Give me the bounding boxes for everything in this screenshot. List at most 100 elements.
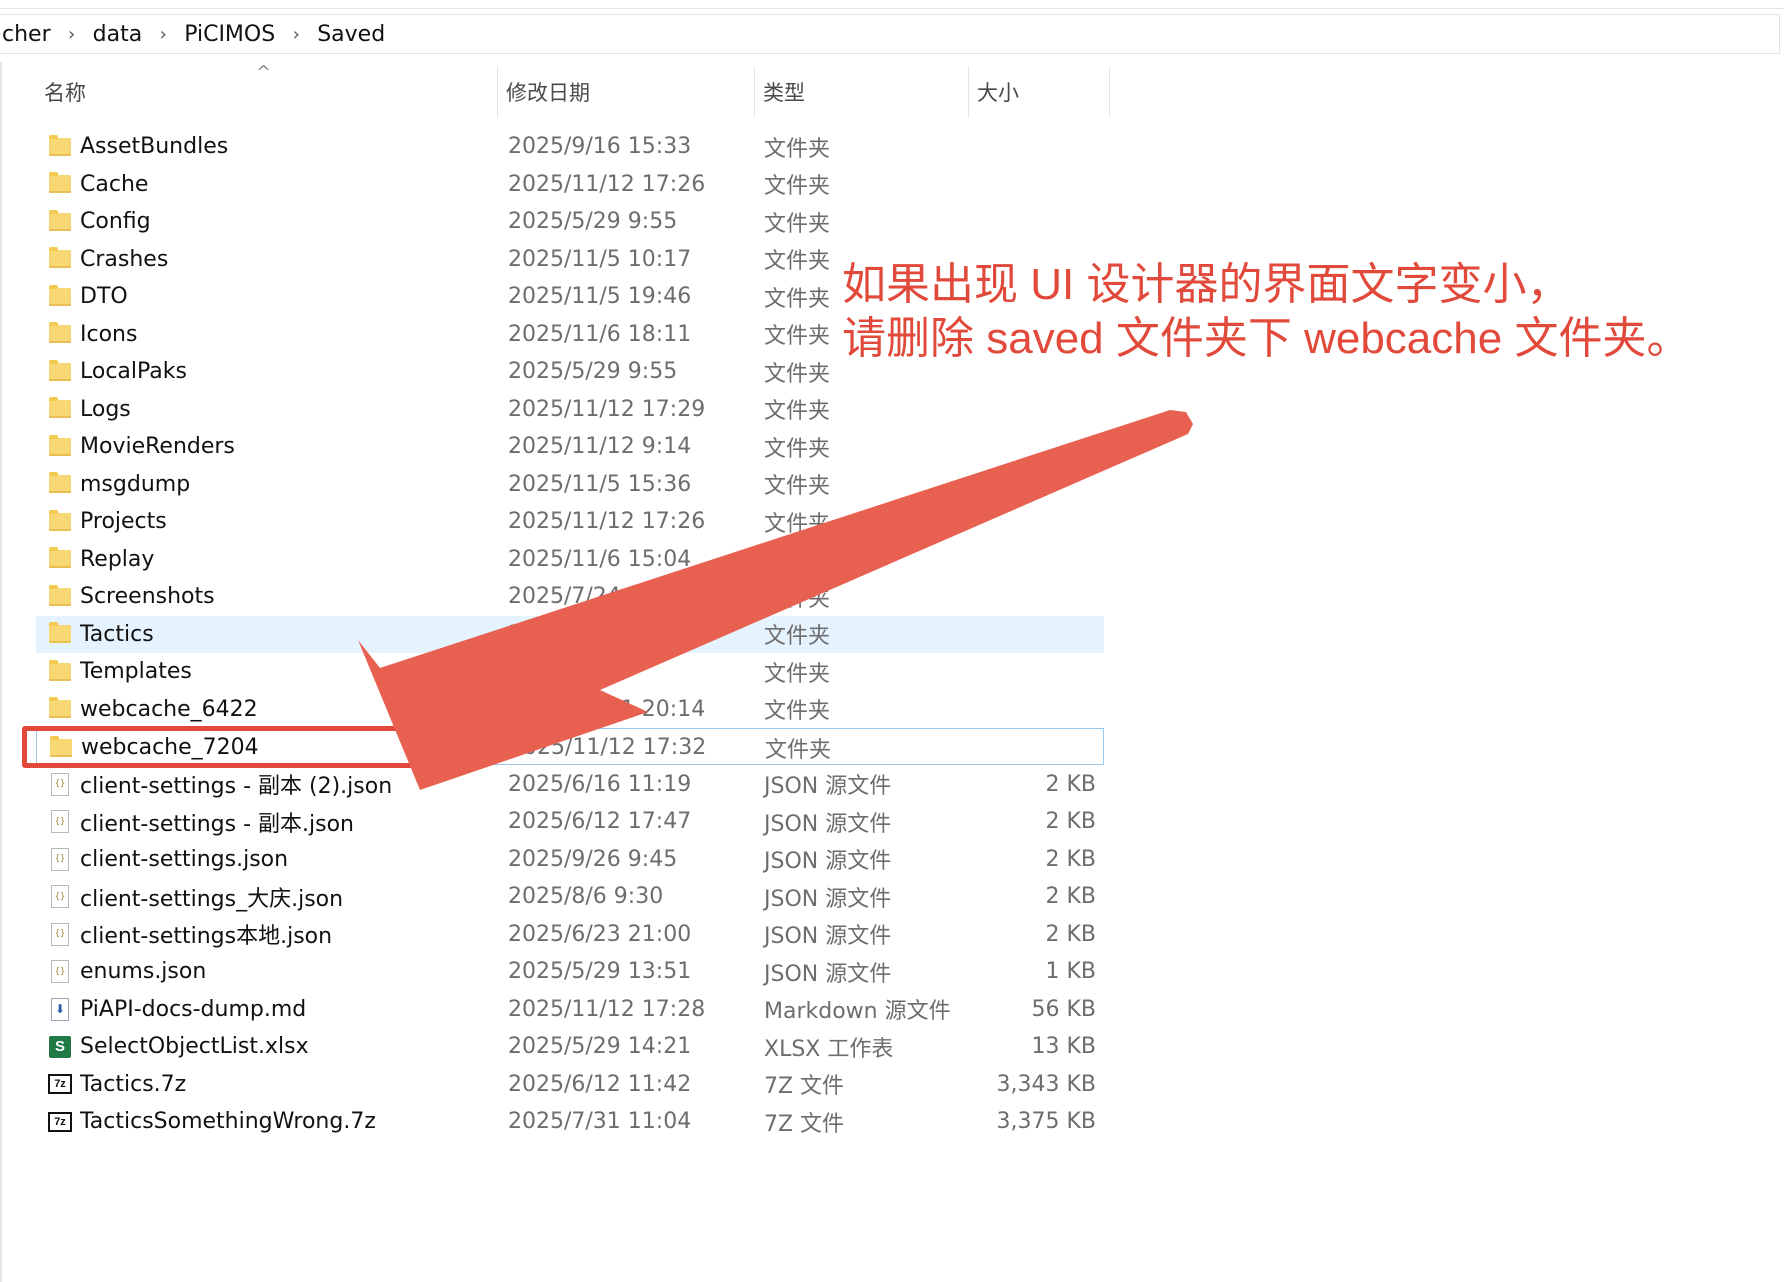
breadcrumb-chevron-icon[interactable]: › [144,24,182,45]
breadcrumb[interactable]: cher › data › PiCIMOS › Saved [0,14,1780,54]
file-type: 文件夹 [764,586,831,612]
file-type: 文件夹 [764,661,831,687]
folder-icon-glyph [49,247,71,268]
table-row[interactable]: Config 2025/5/29 9:55 文件夹 [36,203,1104,240]
breadcrumb-item-cher[interactable]: cher [0,22,53,47]
file-size [956,541,1096,578]
file-size: 2 KB [1045,921,1096,947]
file-type: JSON 源文件 [764,849,892,874]
file-type: 文件夹 [764,361,831,387]
table-row[interactable]: webcache_6422 2025/10/31 20:14 文件夹 [36,691,1104,728]
table-row[interactable]: {} client-settings本地.json 2025/6/23 21:00 J… [36,916,1104,953]
breadcrumb-item-data[interactable]: data [91,22,145,47]
folder-icon [48,428,72,465]
json-file-icon-glyph: {} [51,772,69,796]
folder-icon [48,278,72,315]
file-size: 2 KB [1045,884,1096,909]
file-name: Logs [80,396,131,422]
table-row[interactable]: 7z Tactics.7z 2025/6/12 11:42 7Z 文件 3,343 KB [36,1066,1104,1103]
file-name: TacticsSomethingWrong.7z [80,1109,376,1134]
breadcrumb-chevron-icon[interactable]: › [53,24,91,45]
pane-right-edge [1776,62,1784,1282]
file-modified-date: 2025/7/31 11:04 [508,1109,692,1134]
folder-icon-glyph [49,659,71,681]
table-row[interactable]: Tactics 202 文件夹 [36,615,1104,653]
folder-icon-glyph [49,359,71,381]
table-row[interactable]: Logs 2025/11/12 17:29 文件夹 [36,391,1104,428]
file-size [956,578,1096,615]
file-size [956,466,1096,503]
column-header-type[interactable]: 类型 [754,66,967,118]
file-type: 文件夹 [764,286,831,312]
table-row[interactable]: {} client-settings - 副本.json 2025/6/12 17:… [36,803,1104,840]
breadcrumb-item-picimos[interactable]: PiCIMOS [182,22,277,47]
table-row[interactable]: Cache 2025/11/12 17:26 文件夹 [36,166,1104,203]
file-type: 文件夹 [764,699,831,724]
json-file-icon-glyph: {} [51,847,69,871]
file-name: Cache [80,171,149,197]
file-name: Replay [80,546,155,572]
json-file-icon: {} [48,766,72,803]
file-name: Projects [80,509,167,534]
file-size [956,203,1096,240]
table-row[interactable]: Templates/11 10:34 文件夹 [36,653,1104,690]
xlsx-file-icon: S [48,1028,72,1065]
file-modified-date: 2025/11/12 17:32 [509,735,707,760]
table-row[interactable]: Projects 2025/11/12 17:26 文件夹 [36,503,1104,540]
file-type: 7Z 文件 [764,1111,845,1137]
file-size [956,166,1096,203]
file-name: Tactics.7z [80,1071,187,1097]
table-row[interactable]: 7z TacticsSomethingWrong.7z 2025/7/31 11:0… [36,1103,1104,1140]
file-type: 文件夹 [764,511,831,537]
file-size [956,128,1096,165]
json-file-icon-glyph: {} [51,960,69,983]
folder-icon [48,466,72,503]
table-row[interactable]: {} client-settings.json 2025/9/26 9:45 JSON… [36,841,1104,878]
file-type: JSON 源文件 [764,961,892,987]
file-size [956,653,1096,690]
file-size [956,691,1096,728]
file-type: 文件夹 [764,474,831,499]
file-modified-date: 2025/10/31 20:14 [508,696,706,722]
breadcrumb-item-saved[interactable]: Saved [315,22,387,47]
file-name: PiAPI-docs-dump.md [80,996,307,1022]
table-row[interactable]: msgdump 2025/11/5 15:36 文件夹 [36,466,1104,503]
file-name: Crashes [80,246,169,272]
table-row[interactable]: ⬇ PiAPI-docs-dump.md 2025/11/12 17:28 Markd… [36,991,1104,1028]
file-size [956,428,1096,465]
table-row[interactable]: {} client-settings_大庆.json 2025/8/6 9:30 JS… [36,878,1104,915]
file-name: client-settings.json [80,846,289,872]
folder-icon-glyph [49,509,71,531]
file-type: Markdown 源文件 [764,999,951,1024]
file-modified-date: 2025/9/26 9:45 [508,846,678,872]
table-row[interactable]: S SelectObjectList.xlsx 2025/5/29 14:21 XLS… [36,1028,1104,1065]
file-size: 56 KB [1031,996,1096,1022]
file-name: Icons [80,321,138,347]
table-row[interactable]: Screenshots 2025/7/24 15: 文件夹 [36,578,1104,615]
table-row[interactable]: Replay 2025/11/6 15:04 [36,541,1104,578]
breadcrumb-chevron-icon[interactable]: › [277,24,315,45]
column-header-size[interactable]: 大小 [968,66,1110,118]
folder-icon-glyph [49,622,71,643]
table-row[interactable]: AssetBundles 2025/9/16 15:33 文件夹 [36,128,1104,165]
folder-icon-glyph [49,697,71,718]
file-modified-date: 2025/11/12 17:29 [508,396,706,422]
folder-icon [48,653,72,690]
column-header-row: 名称 修改日期 类型 大小 [0,66,1112,118]
file-size: 3,343 KB [996,1071,1097,1097]
file-size: 2 KB [1045,846,1096,872]
file-size: 2 KB [1045,809,1096,834]
column-header-date[interactable]: 修改日期 [497,66,753,118]
file-modified-date: 2025/11/5 19:46 [508,284,692,309]
file-size: 2 KB [1045,771,1096,797]
file-modified-date: 2025/11/6 15:04 [508,546,692,572]
file-size [956,391,1096,428]
json-file-icon: {} [48,878,72,915]
table-row[interactable]: {} client-settings - 副本 (2).json 2025/6/16… [36,766,1104,803]
table-row[interactable]: {} enums.json 2025/5/29 13:51 JSON 源文件 1 KB [36,953,1104,990]
file-modified-date: 2025/5/29 14:21 [508,1034,692,1059]
annotation-line-2: 请删除 saved 文件夹下 webcache 文件夹。 [842,314,1691,363]
table-row[interactable]: MovieRenders 2025/11/12 9:14 文件夹 [36,428,1104,465]
7z-archive-icon-glyph: 7z [48,1074,72,1094]
json-file-icon: {} [48,841,72,878]
